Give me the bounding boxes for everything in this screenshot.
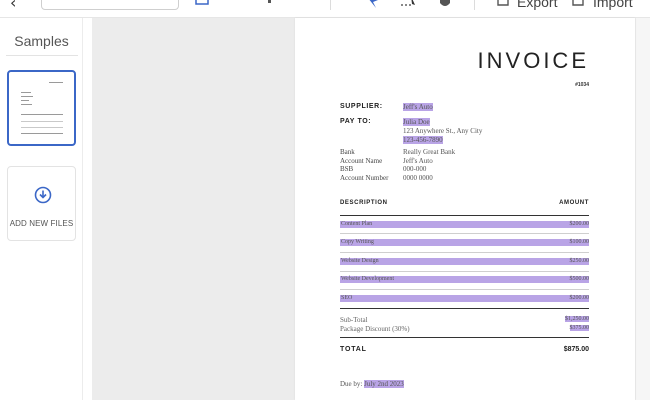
row-divider [340,271,589,272]
filename-input[interactable] [41,0,179,10]
line-item-description: Copy Writing [341,239,374,245]
pin-icon[interactable] [366,0,380,10]
samples-sidebar: Samples ADD NEW FILES [0,18,83,400]
amount-header: AMOUNT [559,200,589,206]
total-rule [340,337,589,338]
payto-line: 123 Anywhere St., Any City [403,127,483,135]
discount-value[interactable]: $375.00 [569,325,589,331]
items-end-rule [340,308,589,309]
thumbnail-page-preview [15,77,68,139]
subtotal-value[interactable]: $1,250.00 [565,316,589,322]
top-toolbar: ‹ Export Import [0,0,650,18]
line-item-description: Website Design [341,258,379,264]
download-circle-icon [34,186,52,204]
text-box-icon[interactable] [195,0,209,6]
line-item-highlight[interactable] [340,239,589,246]
total-value: $875.00 [563,346,589,353]
subtotal-label: Sub-Total [340,316,368,324]
sample-thumbnail[interactable] [7,70,76,146]
scrollbar-track[interactable] [636,18,650,400]
bsb-label: BSB [340,165,354,173]
import-button[interactable]: Import [593,0,633,10]
toolbar-divider [474,0,475,10]
line-item-description: Content Plan [341,221,373,227]
link-icon[interactable] [266,0,274,6]
line-item-amount: $200.00 [569,221,590,227]
line-item-amount: $500.00 [569,276,590,282]
hand-icon[interactable] [438,0,452,8]
line-item-highlight[interactable] [340,295,589,302]
add-new-files-label: ADD NEW FILES [9,219,74,228]
row-divider [340,233,589,234]
discount-label: Package Discount (30%) [340,325,410,333]
bank-label: Bank [340,148,355,156]
line-item-description: SEO [341,295,353,301]
invoice-number: #1034 [575,82,589,88]
add-new-files-button[interactable]: ADD NEW FILES [7,166,76,241]
payto-line[interactable]: 123-456-7890 [403,136,443,144]
export-button[interactable]: Export [517,0,557,10]
description-header: DESCRIPTION [340,200,388,206]
account-number-label: Account Number [340,174,389,182]
supplier-label: SUPPLIER: [340,103,383,110]
select-icon[interactable] [399,0,417,8]
invoice-title: INVOICE [477,48,589,73]
bank-value: Really Great Bank [403,148,456,156]
payto-label: PAY TO: [340,118,372,125]
due-date-line[interactable]: Due by: July 2nd 2023 [340,380,404,388]
supplier-value[interactable]: Jeff's Auto [403,103,433,111]
back-arrow-icon[interactable]: ‹ [10,0,16,12]
bsb-value: 000-000 [403,165,427,173]
due-prefix: Due by: [340,380,363,388]
sidebar-divider [6,55,78,56]
import-icon[interactable] [572,0,584,8]
account-number-value: 0000 0000 [403,174,433,182]
export-icon[interactable] [497,0,509,8]
row-divider [340,289,589,290]
due-date: July 2nd 2023 [364,380,404,388]
toolbar-divider [330,0,331,10]
row-divider [340,252,589,253]
line-item-amount: $250.00 [569,258,590,264]
total-label: TOTAL [340,346,367,353]
sidebar-title: Samples [14,33,69,49]
line-item-amount: $200.00 [569,295,590,301]
line-item-amount: $100.00 [569,239,590,245]
line-item-highlight[interactable] [340,221,589,228]
account-name-value: Jeff's Auto [403,157,433,165]
payto-line[interactable]: Julia Doe [403,118,430,126]
line-item-description: Website Development [341,276,395,282]
header-rule [340,215,589,216]
account-name-label: Account Name [340,157,383,165]
invoice-page: INVOICE #1034 SUPPLIER: Jeff's Auto PAY … [295,18,635,400]
